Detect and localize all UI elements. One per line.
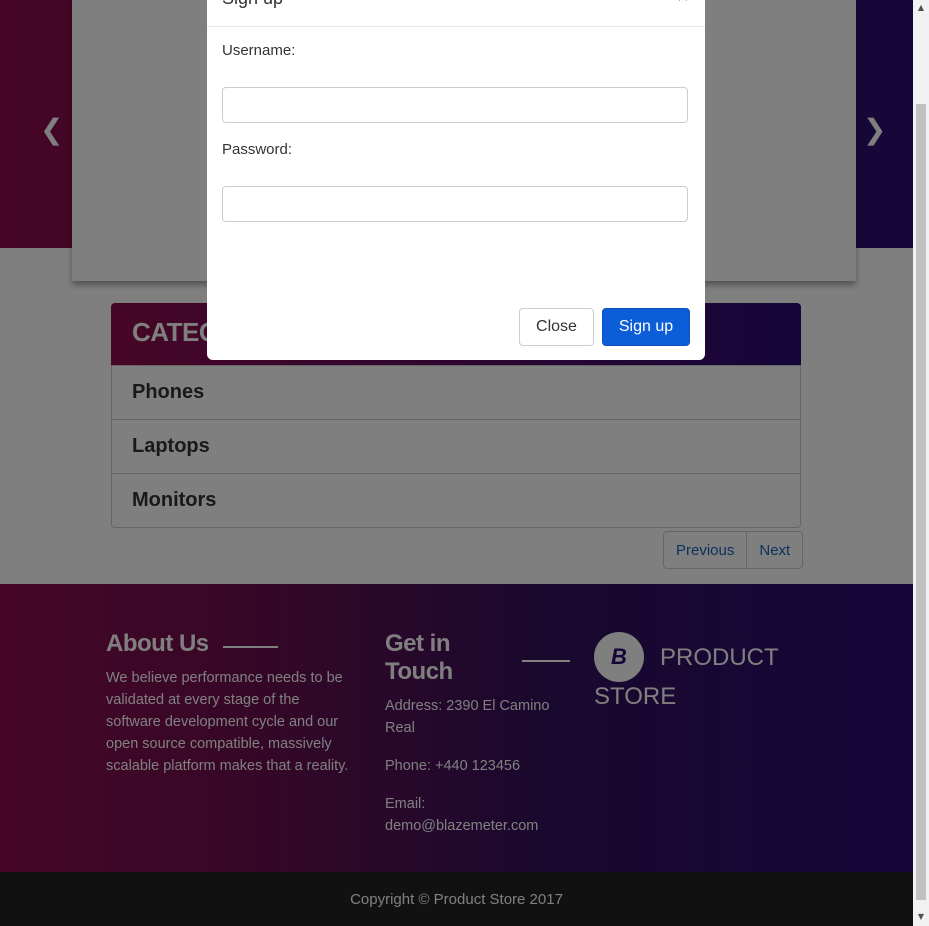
close-icon[interactable]: × bbox=[677, 0, 689, 9]
modal-header-divider bbox=[207, 26, 705, 27]
page-scrollbar[interactable]: ▲ ▼ bbox=[913, 0, 929, 926]
username-label: Username: bbox=[222, 42, 296, 59]
scroll-thumb[interactable] bbox=[916, 104, 926, 900]
scroll-down-icon[interactable]: ▼ bbox=[916, 912, 926, 922]
scroll-up-icon[interactable]: ▲ bbox=[916, 3, 926, 13]
close-button[interactable]: Close bbox=[519, 308, 594, 346]
page: ❮ ❯ CATEGORIES Phones Laptops Monitors P… bbox=[0, 0, 913, 926]
signup-modal: Sign up × Username: Password: Close Sign… bbox=[207, 0, 705, 360]
password-label: Password: bbox=[222, 141, 293, 158]
modal-title: Sign up bbox=[222, 0, 283, 9]
password-input[interactable] bbox=[222, 186, 688, 222]
username-input[interactable] bbox=[222, 87, 688, 123]
signup-button[interactable]: Sign up bbox=[602, 308, 690, 346]
